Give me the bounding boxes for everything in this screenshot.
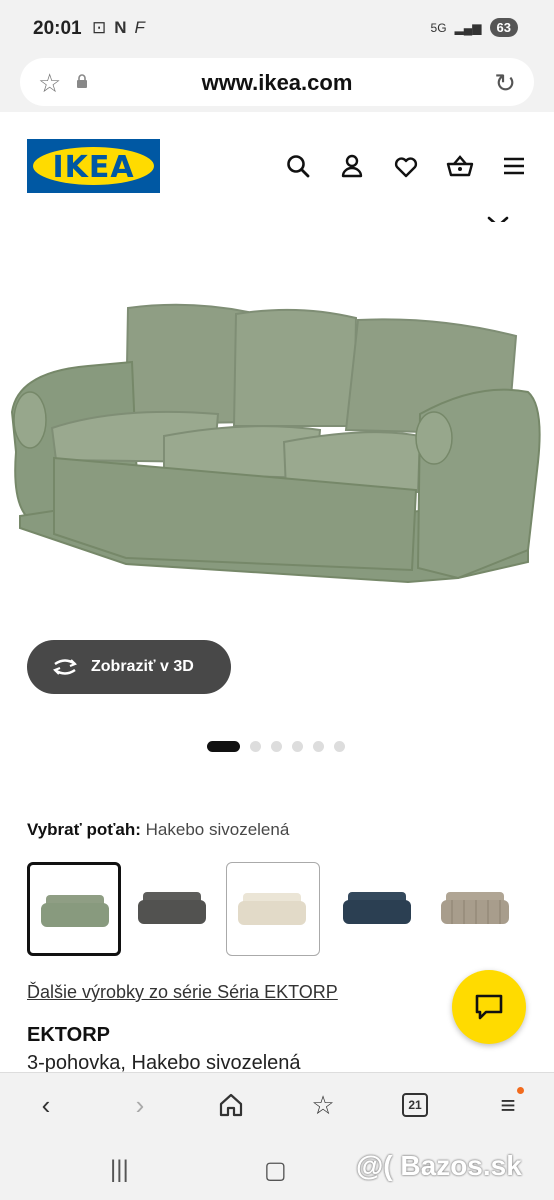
status-bar: 20:01 ⊡ N F 5G ▂▄▆ 63: [0, 0, 554, 56]
browser-bottom-nav: ‹ › ☆ 21 ≡: [0, 1072, 554, 1136]
screenshot-icon: ⊡: [92, 18, 107, 37]
cover-swatches: [27, 862, 554, 956]
sofa-thumbnail: [441, 892, 509, 924]
cover-swatch-dark-gray[interactable]: [127, 862, 221, 956]
cover-swatch-dark-blue[interactable]: [332, 862, 426, 956]
carousel-dot[interactable]: [207, 741, 240, 752]
cover-swatch-striped[interactable]: [430, 862, 524, 956]
notification-dot: [517, 1087, 524, 1094]
user-icon[interactable]: [338, 152, 366, 180]
carousel-dot[interactable]: [250, 741, 261, 752]
carousel-dot[interactable]: [334, 741, 345, 752]
app-icon: F: [134, 18, 145, 37]
cover-selector-label: Vybrať poťah: Hakebo sivozelená: [27, 820, 289, 840]
logo-text: IKEA: [52, 150, 135, 185]
system-home-icon[interactable]: ▢: [264, 1156, 287, 1185]
series-link[interactable]: Ďalšie výrobky zo série Séria EKTORP: [27, 982, 338, 1003]
network-type: 5G: [430, 20, 447, 35]
carousel-dot[interactable]: [271, 741, 282, 752]
search-icon[interactable]: [284, 152, 312, 180]
browser-address-bar: ☆ www.ikea.com ↻: [0, 56, 554, 112]
cover-label: Vybrať poťah:: [27, 820, 141, 839]
battery-indicator: 63: [489, 18, 518, 37]
carousel-indicator: [207, 741, 345, 752]
status-time: 20:01: [33, 18, 82, 39]
menu-icon[interactable]: [500, 152, 528, 180]
site-header: IKEA: [0, 112, 554, 228]
chat-button[interactable]: [452, 970, 526, 1044]
tab-count: 21: [402, 1093, 428, 1117]
product-name: EKTORP: [27, 1024, 110, 1046]
home-icon[interactable]: [215, 1089, 247, 1121]
sofa-thumbnail: [41, 895, 109, 927]
status-icons-right: 5G ▂▄▆ 63: [431, 18, 518, 37]
recent-apps-icon[interactable]: |||: [110, 1156, 129, 1184]
cover-value: Hakebo sivozelená: [145, 820, 290, 839]
back-icon[interactable]: ‹: [30, 1089, 62, 1121]
sofa-thumbnail: [238, 893, 306, 925]
forward-icon[interactable]: ›: [124, 1089, 156, 1121]
cover-swatch-beige[interactable]: [226, 862, 320, 956]
watermark: @( Bazos.sk: [356, 1150, 522, 1181]
rotate-3d-icon: [53, 659, 77, 675]
carousel-dot[interactable]: [292, 741, 303, 752]
basket-icon[interactable]: [446, 152, 474, 180]
ikea-logo[interactable]: IKEA: [27, 139, 160, 193]
bookmarks-icon[interactable]: ☆: [307, 1089, 339, 1121]
view-3d-label: Zobraziť v 3D: [91, 658, 194, 675]
browser-menu-icon[interactable]: ≡: [492, 1087, 524, 1121]
chat-icon: [475, 994, 503, 1020]
heart-icon[interactable]: [392, 152, 420, 180]
sofa-thumbnail: [343, 892, 411, 924]
url-field[interactable]: ☆ www.ikea.com ↻: [20, 58, 534, 106]
header-icons: [284, 152, 528, 180]
tabs-button[interactable]: 21: [399, 1089, 431, 1121]
view-3d-button[interactable]: Zobraziť v 3D: [27, 640, 231, 694]
carousel-dot[interactable]: [313, 741, 324, 752]
sofa-thumbnail: [138, 892, 206, 924]
cover-swatch-green[interactable]: [27, 862, 121, 956]
signal-icon: ▂▄▆: [454, 20, 482, 35]
status-icons-left: ⊡ N F: [92, 18, 145, 38]
sofa-image[interactable]: [8, 302, 548, 602]
netflix-icon: N: [114, 18, 127, 37]
product-gallery: Zobraziť v 3D: [0, 222, 554, 782]
url-text: www.ikea.com: [201, 70, 353, 95]
reload-icon[interactable]: ↻: [494, 68, 516, 99]
